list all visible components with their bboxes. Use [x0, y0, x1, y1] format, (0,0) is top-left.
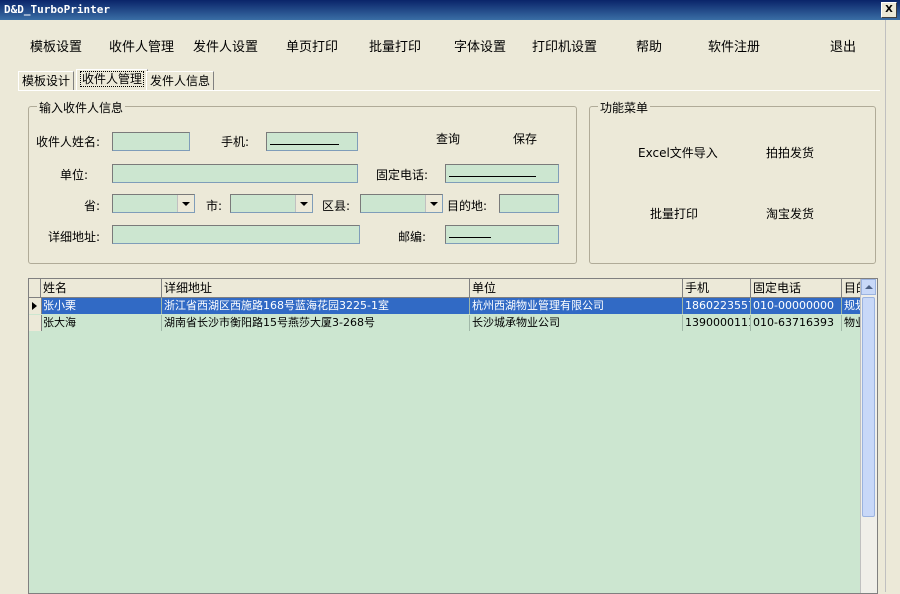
scroll-up-button[interactable] [861, 279, 876, 295]
menu-printer-settings[interactable]: 打印机设置 [532, 36, 597, 55]
dropdown-button[interactable] [425, 195, 442, 212]
dropdown-button[interactable] [177, 195, 194, 212]
tab-label: 模板设计 [22, 74, 71, 88]
col-header-address[interactable]: 详细地址 [162, 279, 470, 297]
batch-print-button[interactable]: 批量打印 [650, 205, 698, 222]
cell-address[interactable]: 浙江省西湖区西施路168号蓝海花园3225-1室 [162, 298, 470, 314]
input-mask [449, 237, 491, 238]
district-select[interactable] [360, 194, 443, 213]
province-select[interactable] [112, 194, 195, 213]
close-button[interactable]: X [881, 2, 897, 18]
chevron-down-icon [300, 201, 308, 206]
cell-mobile[interactable]: 18602235579 [683, 298, 751, 314]
table-row[interactable]: 张大海 湖南省长沙市衡阳路15号燕莎大厦3-268号 长沙城承物业公司 1390… [29, 315, 861, 331]
group-title: 输入收件人信息 [37, 99, 126, 116]
tel-label: 固定电话: [376, 168, 429, 182]
menu-font-settings[interactable]: 字体设置 [454, 36, 506, 55]
chevron-down-icon [182, 201, 190, 206]
district-label: 区县: [322, 199, 351, 213]
tab-recipient-management[interactable]: 收件人管理 [76, 69, 149, 90]
chevron-down-icon [430, 201, 438, 206]
input-mask [449, 176, 536, 177]
menu-exit[interactable]: 退出 [830, 36, 856, 55]
address-label: 详细地址: [48, 230, 101, 244]
group-title: 功能菜单 [598, 99, 651, 116]
menu-help[interactable]: 帮助 [636, 36, 662, 55]
vertical-scrollbar[interactable] [860, 279, 877, 593]
province-label: 省: [84, 199, 101, 213]
dropdown-button[interactable] [295, 195, 312, 212]
col-header-tel[interactable]: 固定电话 [751, 279, 842, 297]
name-input[interactable] [112, 132, 190, 151]
window-right-edge [885, 20, 900, 592]
window-title: D&D_TurboPrinter [4, 3, 110, 16]
destination-label: 目的地: [447, 199, 488, 213]
table-row[interactable]: 张小栗 浙江省西湖区西施路168号蓝海花园3225-1室 杭州西湖物业管理有限公… [29, 298, 861, 314]
tab-label: 发件人信息 [150, 74, 211, 88]
chevron-up-icon [864, 285, 873, 289]
zip-input[interactable] [445, 225, 559, 244]
name-label: 收件人姓名: [36, 135, 101, 149]
mobile-input[interactable] [266, 132, 358, 151]
tab-label: 收件人管理 [80, 71, 145, 87]
menu-recipient-management[interactable]: 收件人管理 [109, 36, 174, 55]
menu-bar: 模板设置 收件人管理 发件人设置 单页打印 批量打印 字体设置 打印机设置 帮助… [0, 22, 900, 66]
address-input[interactable] [112, 225, 360, 244]
taobao-ship-button[interactable]: 淘宝发货 [766, 205, 814, 222]
menu-single-print[interactable]: 单页打印 [286, 36, 338, 55]
col-header-name[interactable]: 姓名 [41, 279, 162, 297]
cell-name[interactable]: 张大海 [41, 315, 162, 331]
save-button[interactable]: 保存 [513, 130, 537, 147]
tel-input[interactable] [445, 164, 559, 183]
col-header-company[interactable]: 单位 [470, 279, 683, 297]
company-label: 单位: [60, 168, 89, 182]
scroll-thumb[interactable] [862, 297, 875, 517]
col-header-mobile[interactable]: 手机 [683, 279, 751, 297]
current-row-icon [32, 302, 37, 310]
title-bar: D&D_TurboPrinter X [0, 0, 900, 20]
menu-batch-print[interactable]: 批量打印 [369, 36, 421, 55]
cell-mobile[interactable]: 13900001111 [683, 315, 751, 331]
cell-name[interactable]: 张小栗 [41, 298, 162, 314]
company-input[interactable] [112, 164, 358, 183]
menu-template-settings[interactable]: 模板设置 [30, 36, 82, 55]
tab-panel-border [18, 90, 880, 91]
cell-company[interactable]: 长沙城承物业公司 [470, 315, 683, 331]
row-header-corner [29, 279, 41, 297]
excel-import-button[interactable]: Excel文件导入 [638, 144, 718, 161]
grid-header: 姓名 详细地址 单位 手机 固定电话 目的 [29, 279, 861, 298]
query-button[interactable]: 查询 [436, 130, 460, 147]
function-menu-group: 功能菜单 [589, 99, 876, 264]
recipient-grid[interactable]: 姓名 详细地址 单位 手机 固定电话 目的 张小栗 浙江省西湖区西施路168号蓝… [28, 278, 878, 594]
col-header-destination[interactable]: 目的 [842, 279, 861, 297]
city-label: 市: [206, 199, 223, 213]
cell-address[interactable]: 湖南省长沙市衡阳路15号燕莎大厦3-268号 [162, 315, 470, 331]
zip-label: 邮编: [398, 230, 427, 244]
cell-tel[interactable]: 010-63716393 [751, 315, 842, 331]
tab-template-design[interactable]: 模板设计 [18, 71, 75, 90]
tab-sender-info[interactable]: 发件人信息 [146, 71, 215, 90]
cell-tel[interactable]: 010-00000000 [751, 298, 842, 314]
menu-sender-settings[interactable]: 发件人设置 [193, 36, 258, 55]
cell-company[interactable]: 杭州西湖物业管理有限公司 [470, 298, 683, 314]
mobile-label: 手机: [221, 135, 250, 149]
paipai-ship-button[interactable]: 拍拍发货 [766, 144, 814, 161]
cell-destination[interactable]: 规划 [842, 298, 861, 314]
destination-input[interactable] [499, 194, 559, 213]
cell-destination[interactable]: 物业 [842, 315, 861, 331]
menu-software-register[interactable]: 软件注册 [708, 36, 760, 55]
input-mask [270, 144, 339, 145]
city-select[interactable] [230, 194, 313, 213]
